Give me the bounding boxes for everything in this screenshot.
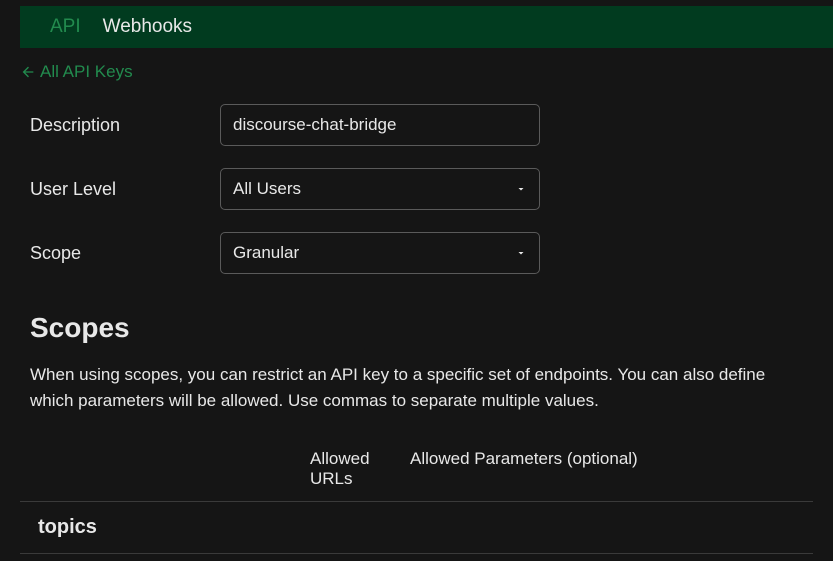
col-params-header: Allowed Parameters (optional) (410, 449, 803, 489)
caret-down-icon (515, 183, 527, 195)
user-level-value: All Users (233, 179, 301, 199)
row-description: Description (20, 104, 813, 146)
label-scope: Scope (20, 243, 220, 264)
scope-group-topics: topics (20, 502, 813, 554)
user-level-select[interactable]: All Users (220, 168, 540, 210)
scope-value: Granular (233, 243, 299, 263)
col-urls-header: Allowed URLs (310, 449, 410, 489)
back-all-api-keys-link[interactable]: All API Keys (20, 62, 133, 82)
content-pane: All API Keys Description User Level All … (0, 56, 833, 561)
tabs-bar: API Webhooks (20, 6, 833, 48)
arrow-left-icon (20, 64, 36, 80)
scopes-description: When using scopes, you can restrict an A… (20, 362, 813, 415)
scope-row-write: write (20, 554, 813, 561)
label-description: Description (20, 115, 220, 136)
label-user-level: User Level (20, 179, 220, 200)
back-link-text: All API Keys (40, 62, 133, 82)
scopes-heading: Scopes (20, 312, 813, 344)
row-user-level: User Level All Users (20, 168, 813, 210)
tab-api[interactable]: API (50, 16, 81, 38)
tab-webhooks[interactable]: Webhooks (103, 16, 192, 38)
description-input-wrapper (220, 104, 540, 146)
scope-select[interactable]: Granular (220, 232, 540, 274)
col-check-header (30, 449, 150, 489)
scopes-table-header: Allowed URLs Allowed Parameters (optiona… (20, 449, 813, 502)
caret-down-icon (515, 247, 527, 259)
description-input[interactable] (233, 115, 527, 135)
row-scope: Scope Granular (20, 232, 813, 274)
col-action-header (150, 449, 310, 489)
